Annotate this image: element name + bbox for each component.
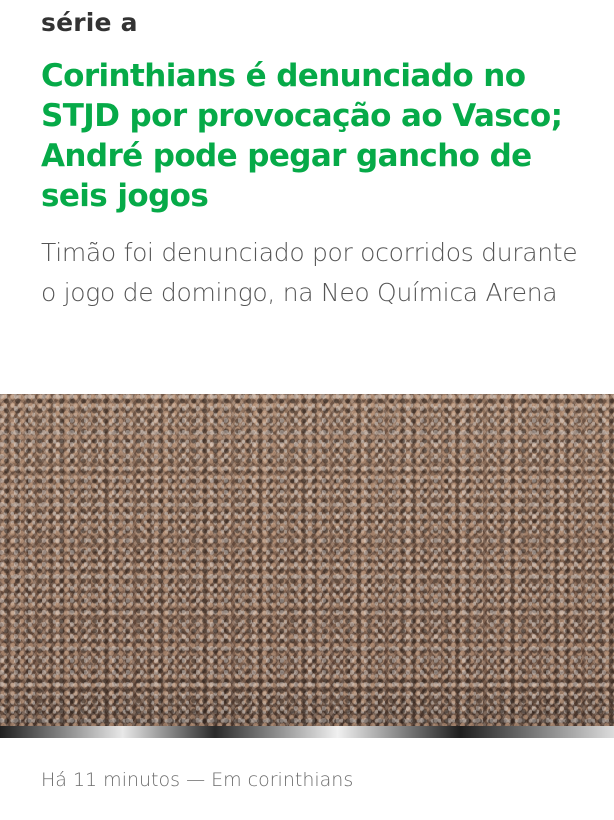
category-link[interactable]: Em corinthians (211, 769, 353, 791)
meta-separator: — (180, 769, 212, 791)
news-card[interactable]: série a Corinthians é denunciado no STJD… (0, 0, 614, 820)
article-subtitle: Timão foi denunciado por ocorridos duran… (41, 238, 578, 307)
article-photo[interactable] (0, 394, 614, 738)
publish-time: Há 11 minutos (41, 769, 181, 791)
article-meta: Há 11 minutos — Em corinthians (41, 769, 353, 791)
section-label[interactable]: série a (41, 8, 138, 37)
stadium-barrier (0, 726, 614, 738)
article-headline[interactable]: Corinthians é denunciado no STJD por pro… (41, 56, 586, 216)
